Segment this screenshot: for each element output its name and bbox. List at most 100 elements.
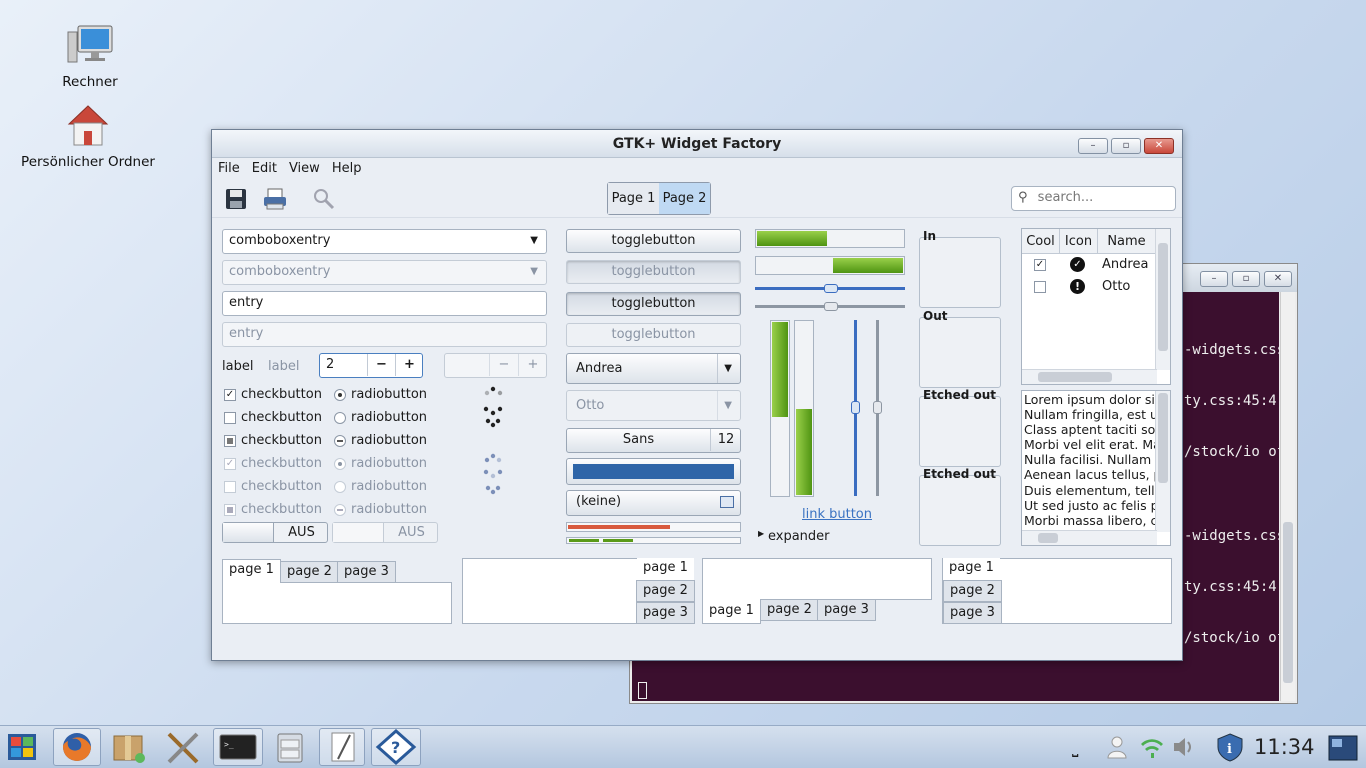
notebook-tab-page1[interactable]: page 1 <box>637 558 694 580</box>
togglebutton[interactable]: togglebutton <box>566 229 741 253</box>
color-button[interactable] <box>566 458 741 485</box>
security-shield-icon[interactable]: i <box>1216 732 1244 762</box>
notebook-tab-page3[interactable]: page 3 <box>943 602 1002 624</box>
hscale-handle[interactable] <box>824 284 838 293</box>
notebook-tab-page2[interactable]: page 2 <box>760 599 819 621</box>
switch-handle[interactable] <box>223 523 274 542</box>
table-row[interactable]: ✓ ✓ Andrea <box>1022 254 1155 276</box>
link-button[interactable]: link button <box>802 507 872 522</box>
archive-launcher[interactable] <box>108 728 148 766</box>
save-icon[interactable] <box>225 188 247 210</box>
scrollbar-thumb[interactable] <box>1038 533 1058 543</box>
togglebutton-active[interactable]: togglebutton <box>566 292 741 316</box>
search-entry[interactable]: ⚲ search... <box>1011 186 1176 211</box>
scrollbar-thumb[interactable] <box>1158 393 1168 483</box>
firefox-launcher[interactable] <box>53 728 101 766</box>
checkbutton-label[interactable]: checkbutton <box>241 410 322 425</box>
scrollbar-thumb[interactable] <box>1038 372 1112 382</box>
entry[interactable]: entry <box>222 291 547 316</box>
frame-label: Etched out <box>923 388 997 402</box>
vertical-scrollbar[interactable] <box>1155 391 1170 532</box>
checkbutton-checked[interactable]: ✓ <box>224 389 236 401</box>
notebook-tab-page1[interactable]: page 1 <box>222 559 281 583</box>
radiobutton-unselected[interactable] <box>334 412 346 424</box>
show-desktop-icon[interactable] <box>1328 734 1358 762</box>
combobox-andrea[interactable]: Andrea ▼ <box>566 353 741 384</box>
file-chooser-button[interactable]: (keine) <box>566 490 741 516</box>
combobox-entry[interactable]: comboboxentry ▼ <box>222 229 547 254</box>
scrollbar-thumb[interactable] <box>1283 522 1293 683</box>
checkbutton-label[interactable]: checkbutton <box>241 433 322 448</box>
text-editor-launcher[interactable] <box>319 728 365 766</box>
notebook-tab-page2[interactable]: page 2 <box>943 580 1002 602</box>
chevron-down-icon[interactable]: ▼ <box>530 230 538 252</box>
switch-off[interactable]: AUS <box>222 522 328 543</box>
minus-icon[interactable]: − <box>367 354 395 376</box>
text-line: Ut sed justo ac felis pl <box>1024 497 1156 513</box>
checkbutton-unchecked[interactable] <box>224 412 236 424</box>
cool-checkbox[interactable]: ✓ <box>1034 259 1046 271</box>
maximize-button[interactable]: ▫ <box>1111 138 1141 154</box>
desktop-icon-rechner[interactable]: Rechner <box>50 24 130 90</box>
help-launcher[interactable]: ? <box>371 728 421 766</box>
spin-value[interactable]: 2 <box>326 354 334 376</box>
tree-view[interactable]: Cool Icon Name ✓ ✓ Andrea ! Otto <box>1021 228 1171 385</box>
vertical-scrollbar[interactable] <box>1155 229 1170 370</box>
print-icon[interactable] <box>263 188 287 210</box>
user-icon[interactable] <box>1106 735 1128 759</box>
radiobutton-label[interactable]: radiobutton <box>351 387 427 402</box>
radiobutton-label[interactable]: radiobutton <box>351 410 427 425</box>
notebook-tab-page3[interactable]: page 3 <box>337 561 396 583</box>
radiobutton-inconsistent[interactable] <box>334 435 346 447</box>
minimize-button[interactable]: – <box>1200 271 1228 287</box>
keyboard-icon[interactable]: ⎵ <box>1072 738 1078 758</box>
plus-icon[interactable]: + <box>395 354 422 376</box>
page2-toggle[interactable]: Page 2 <box>659 183 710 214</box>
checkbutton-label[interactable]: checkbutton <box>241 387 322 402</box>
radiobutton-selected[interactable] <box>334 389 346 401</box>
column-header-name[interactable]: Name <box>1098 229 1155 254</box>
notebook-tab-page1[interactable]: page 1 <box>702 599 761 624</box>
expander-arrow-icon[interactable]: ▶ <box>758 529 764 538</box>
checkbutton-inconsistent[interactable] <box>224 435 236 447</box>
horizontal-scrollbar[interactable] <box>1022 369 1157 384</box>
terminal-launcher[interactable]: >_ <box>213 728 263 766</box>
volume-icon[interactable] <box>1172 735 1198 759</box>
cool-checkbox[interactable] <box>1034 281 1046 293</box>
text-view[interactable]: Lorem ipsum dolor sit Nullam fringilla, … <box>1021 390 1171 546</box>
text-line: Class aptent taciti soc <box>1024 422 1156 438</box>
start-menu-button[interactable] <box>2 728 44 766</box>
column-header-cool[interactable]: Cool <box>1022 229 1060 254</box>
menu-help[interactable]: Help <box>326 158 368 180</box>
horizontal-scrollbar[interactable] <box>1022 530 1157 545</box>
menu-edit[interactable]: Edit <box>246 158 283 180</box>
desktop-icon-home[interactable]: Persönlicher Ordner <box>18 102 158 170</box>
settings-launcher[interactable] <box>163 728 203 766</box>
maximize-button[interactable]: ▫ <box>1232 271 1260 287</box>
notebook-tab-page1[interactable]: page 1 <box>943 558 1000 580</box>
font-button[interactable]: Sans 12 <box>566 428 741 453</box>
clock[interactable]: 11:34 <box>1254 735 1315 759</box>
switch-handle <box>333 523 384 542</box>
minimize-button[interactable]: – <box>1078 138 1108 154</box>
notebook-tab-page2[interactable]: page 2 <box>280 561 339 583</box>
close-button[interactable]: ✕ <box>1264 271 1292 287</box>
spin-button[interactable]: 2 − + <box>319 353 423 378</box>
notebook-tab-page3[interactable]: page 3 <box>636 602 695 624</box>
table-row[interactable]: ! Otto <box>1022 276 1155 298</box>
page1-toggle[interactable]: Page 1 <box>608 183 659 214</box>
scrollbar-thumb[interactable] <box>1158 243 1168 351</box>
notebook-tab-page3[interactable]: page 3 <box>817 599 876 621</box>
widget-factory-window[interactable]: GTK+ Widget Factory – ▫ ✕ File Edit View He… <box>211 129 1183 661</box>
menu-file[interactable]: File <box>212 158 246 180</box>
menu-view[interactable]: View <box>283 158 326 180</box>
column-header-icon[interactable]: Icon <box>1060 229 1098 254</box>
wifi-icon[interactable] <box>1139 735 1165 759</box>
close-button[interactable]: ✕ <box>1144 138 1174 154</box>
file-manager-launcher[interactable] <box>270 728 310 766</box>
expander-label[interactable]: expander <box>768 529 830 544</box>
terminal-scrollbar[interactable] <box>1280 292 1295 701</box>
radiobutton-label[interactable]: radiobutton <box>351 433 427 448</box>
vscale-handle[interactable] <box>851 401 860 414</box>
notebook-tab-page2[interactable]: page 2 <box>636 580 695 602</box>
